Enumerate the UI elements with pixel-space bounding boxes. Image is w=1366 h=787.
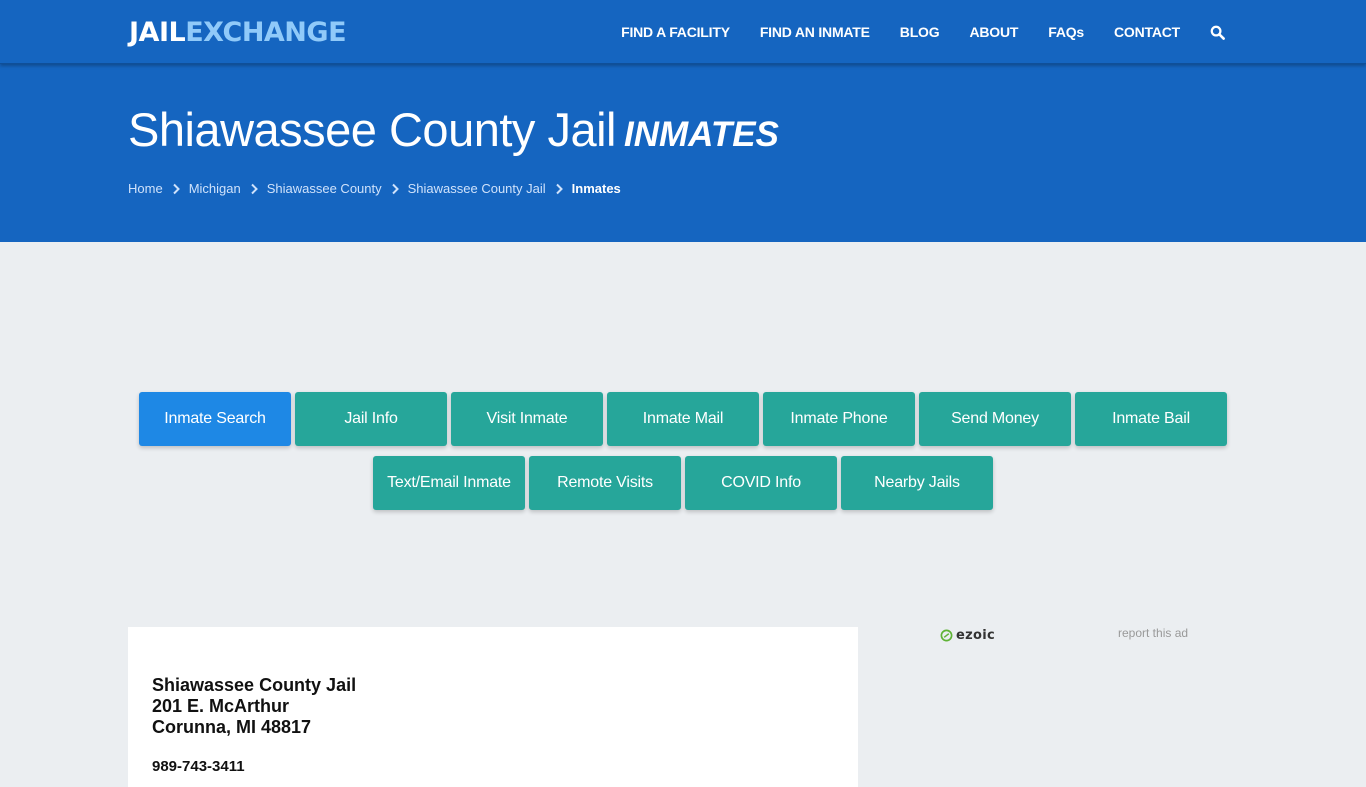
text-email-inmate-button[interactable]: Text/Email Inmate — [373, 456, 525, 510]
ezoic-badge[interactable]: ezoic — [940, 628, 995, 643]
inmate-bail-button[interactable]: Inmate Bail — [1075, 392, 1227, 446]
facility-address-city: Corunna, MI 48817 — [152, 717, 312, 737]
facility-info-card: Shiawassee County Jail 201 E. McArthur C… — [128, 627, 858, 787]
visit-inmate-button[interactable]: Visit Inmate — [451, 392, 603, 446]
send-money-button[interactable]: Send Money — [919, 392, 1071, 446]
breadcrumb-state[interactable]: Michigan — [189, 181, 241, 196]
facility-address-street: 201 E. McArthur — [152, 696, 290, 716]
report-ad-link[interactable]: report this ad — [1118, 626, 1188, 640]
facility-phone[interactable]: 989-743-3411 — [152, 758, 245, 775]
facility-nav-buttons: Inmate Search Jail Info Visit Inmate Inm… — [128, 392, 1238, 510]
nav-find-a-facility[interactable]: FIND A FACILITY — [621, 24, 730, 40]
nav-about[interactable]: ABOUT — [969, 24, 1018, 40]
inmate-search-button[interactable]: Inmate Search — [139, 392, 291, 446]
nearby-jails-button[interactable]: Nearby Jails — [841, 456, 993, 510]
main-nav: FIND A FACILITY FIND AN INMATE BLOG ABOU… — [621, 0, 1226, 64]
page-title-subtitle: INMATES — [624, 115, 779, 154]
inmate-mail-button[interactable]: Inmate Mail — [607, 392, 759, 446]
logo-jail-text: JAIL — [129, 17, 186, 48]
nav-faqs[interactable]: FAQs — [1048, 24, 1084, 40]
chevron-right-icon — [555, 183, 563, 194]
covid-info-button[interactable]: COVID Info — [685, 456, 837, 510]
breadcrumb-facility[interactable]: Shiawassee County Jail — [408, 181, 546, 196]
jail-info-button[interactable]: Jail Info — [295, 392, 447, 446]
breadcrumb-current: Inmates — [571, 181, 621, 196]
nav-blog[interactable]: BLOG — [900, 24, 940, 40]
breadcrumb-county[interactable]: Shiawassee County — [267, 181, 382, 196]
ad-placeholder: ezoic report this ad — [938, 622, 1198, 652]
site-logo[interactable]: JAILEXCHANGE — [129, 16, 347, 50]
page-title-main: Shiawassee County Jail — [128, 103, 617, 156]
logo-exchange-text: EXCHANGE — [185, 17, 347, 48]
top-navbar: JAILEXCHANGE FIND A FACILITY FIND AN INM… — [0, 0, 1366, 64]
breadcrumb: Home Michigan Shiawassee County Shiawass… — [128, 181, 621, 196]
inmate-phone-button[interactable]: Inmate Phone — [763, 392, 915, 446]
page-title: Shiawassee County Jail INMATES — [128, 102, 779, 157]
ezoic-logo-icon — [940, 629, 953, 642]
chevron-right-icon — [172, 183, 180, 194]
chevron-right-icon — [391, 183, 399, 194]
search-icon[interactable] — [1210, 24, 1226, 40]
ezoic-label: ezoic — [956, 628, 995, 643]
hero-banner: Shiawassee County Jail INMATES Home Michi… — [0, 64, 1366, 242]
chevron-right-icon — [251, 183, 258, 194]
facility-name: Shiawassee County Jail — [152, 675, 357, 695]
breadcrumb-home[interactable]: Home — [128, 181, 163, 196]
nav-contact[interactable]: CONTACT — [1114, 24, 1180, 40]
nav-find-an-inmate[interactable]: FIND AN INMATE — [760, 24, 870, 40]
remote-visits-button[interactable]: Remote Visits — [529, 456, 681, 510]
